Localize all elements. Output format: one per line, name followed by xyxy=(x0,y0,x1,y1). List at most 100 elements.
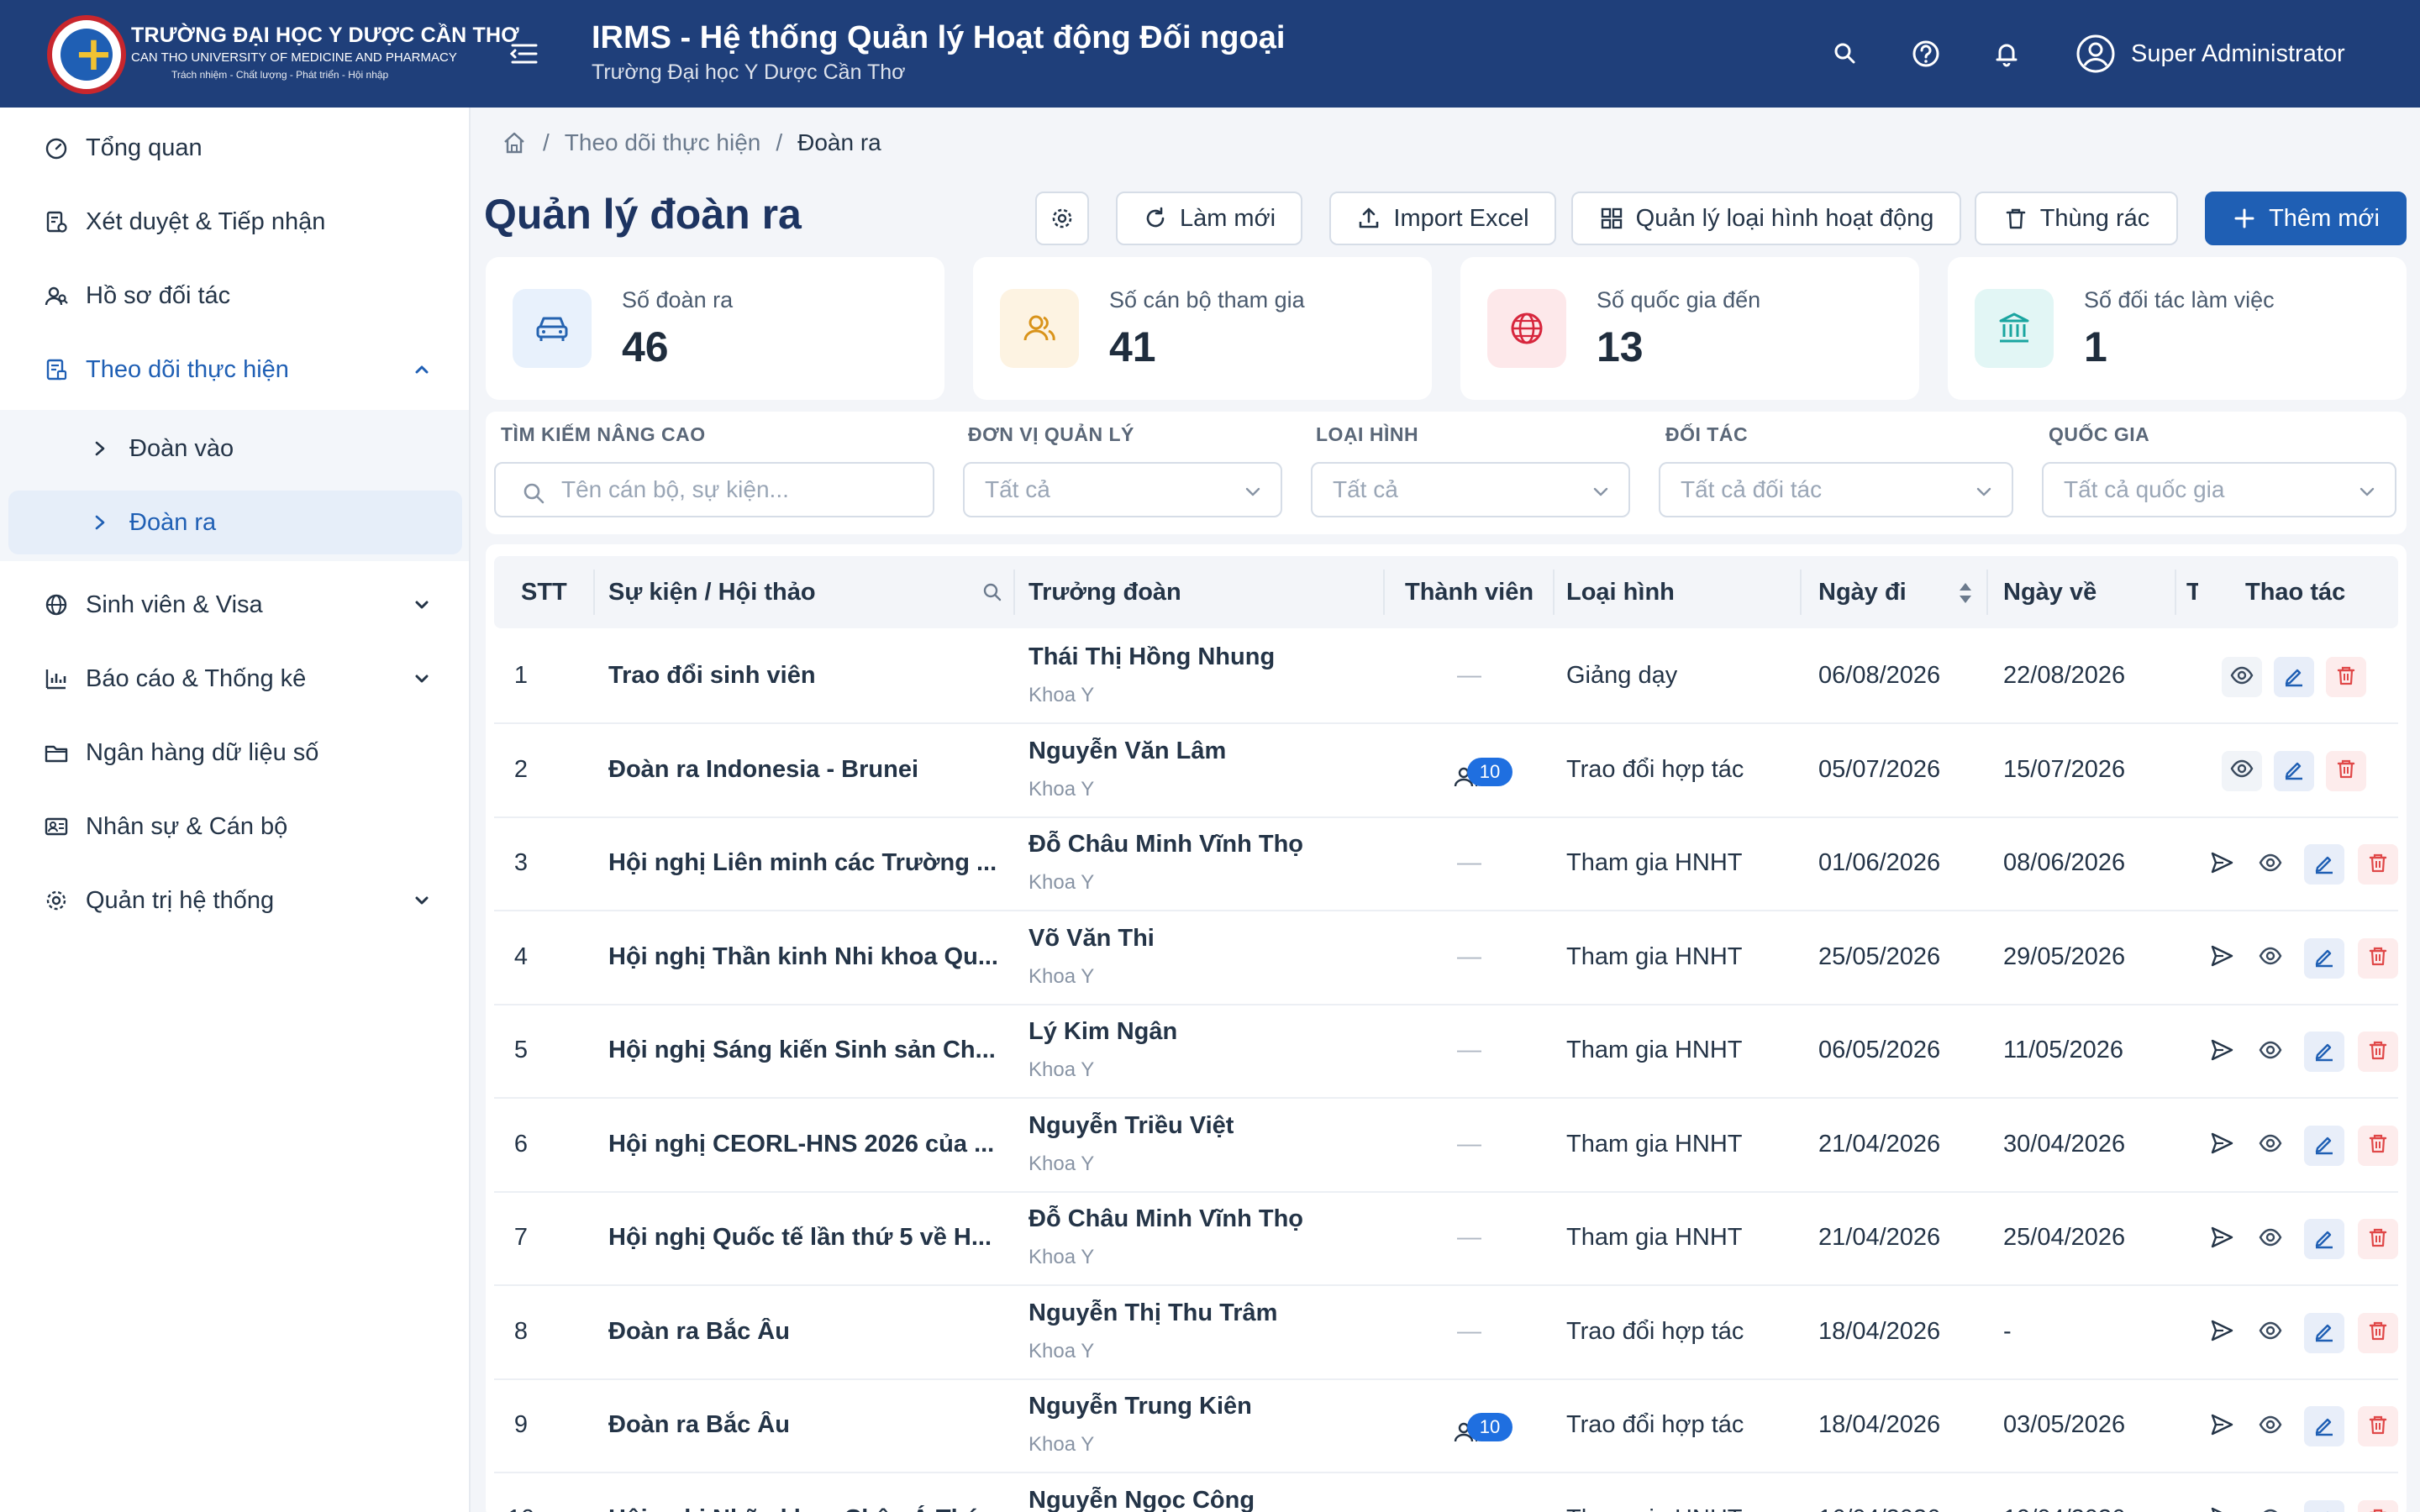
delete-button[interactable] xyxy=(2326,657,2366,697)
cell-event[interactable]: Đoàn ra Bắc Âu xyxy=(608,1411,1002,1439)
delete-button[interactable] xyxy=(2358,937,2398,979)
country-select[interactable]: Tất cả quốc gia xyxy=(2042,462,2396,517)
help-icon[interactable] xyxy=(1909,37,1943,71)
delete-button[interactable] xyxy=(2358,1499,2398,1512)
breadcrumb-link-tracking[interactable]: Theo dõi thực hiện xyxy=(565,129,761,156)
send-button[interactable] xyxy=(2202,1313,2242,1353)
add-new-button[interactable]: Thêm mới xyxy=(2205,192,2407,245)
send-button[interactable] xyxy=(2202,1126,2242,1166)
send-button[interactable] xyxy=(2202,1406,2242,1446)
edit-button[interactable] xyxy=(2274,657,2314,697)
view-button[interactable] xyxy=(2222,750,2262,791)
table-row[interactable]: 7 Hội nghị Quốc tế lần thứ 5 về H... Đỗ Ch… xyxy=(494,1192,2398,1286)
sidebar-item-data-bank[interactable]: Ngân hàng dữ liệu số xyxy=(8,721,462,785)
search-input[interactable]: Tên cán bộ, sự kiện... xyxy=(494,462,934,517)
view-button[interactable] xyxy=(2250,938,2291,979)
trash-button[interactable]: Thùng rác xyxy=(1975,192,2178,245)
view-button[interactable] xyxy=(2250,1406,2291,1446)
cell-event[interactable]: Hội nghị Quốc tế lần thứ 5 về H... xyxy=(608,1224,1002,1252)
home-icon[interactable] xyxy=(501,129,528,156)
edit-button[interactable] xyxy=(2304,1312,2344,1353)
view-button[interactable] xyxy=(2250,844,2291,885)
table-row[interactable]: 3 Hội nghị Liên minh các Trường ... Đỗ Châ… xyxy=(494,817,2398,911)
send-button[interactable] xyxy=(2202,938,2242,979)
filter-label-country: QUỐC GIA xyxy=(2049,423,2150,445)
sort-icon[interactable] xyxy=(1956,580,1975,606)
sidebar-subitem-incoming[interactable]: Đoàn vào xyxy=(8,417,462,480)
sidebar-item-partners[interactable]: Hồ sơ đối tác xyxy=(8,264,462,328)
delete-button[interactable] xyxy=(2358,1032,2398,1072)
unit-select[interactable]: Tất cả xyxy=(963,462,1282,517)
delete-button[interactable] xyxy=(2358,844,2398,885)
table-row[interactable]: 6 Hội nghị CEORL-HNS 2026 của ... Nguyễn T… xyxy=(494,1099,2398,1193)
user-menu[interactable]: Super Administrator xyxy=(2075,34,2345,74)
sidebar-item-tracking[interactable]: Theo dõi thực hiện xyxy=(8,338,462,402)
edit-button[interactable] xyxy=(2304,1406,2344,1446)
cell-event[interactable]: Hội nghị Sáng kiến Sinh sản Ch... xyxy=(608,1037,1002,1064)
edit-button[interactable] xyxy=(2304,1499,2344,1512)
menu-icon[interactable] xyxy=(508,39,541,69)
view-button[interactable] xyxy=(2250,1219,2291,1259)
table-row[interactable]: 5 Hội nghị Sáng kiến Sinh sản Ch... Lý Kim… xyxy=(494,1005,2398,1099)
search-icon[interactable] xyxy=(1828,37,1862,71)
sidebar-item-students-visa[interactable]: Sinh viên & Visa xyxy=(8,573,462,637)
send-button[interactable] xyxy=(2202,1032,2242,1072)
pencil-icon xyxy=(2312,1226,2336,1253)
edit-button[interactable] xyxy=(2304,1125,2344,1166)
sidebar-item-approval[interactable]: Xét duyệt & Tiếp nhận xyxy=(8,190,462,254)
table-row[interactable]: 9 Đoàn ra Bắc Âu Nguyễn Trung Kiên Khoa Y 10… xyxy=(494,1379,2398,1473)
view-button[interactable] xyxy=(2250,1126,2291,1166)
import-excel-button[interactable]: Import Excel xyxy=(1329,192,1556,245)
cell-event[interactable]: Trao đổi sinh viên xyxy=(608,662,1002,690)
sidebar-item-staff[interactable]: Nhân sự & Cán bộ xyxy=(8,795,462,858)
send-button[interactable] xyxy=(2202,1219,2242,1259)
send-button[interactable] xyxy=(2202,1500,2242,1512)
sidebar: Tổng quan Xét duyệt & Tiếp nhận Hồ sơ đố… xyxy=(0,108,471,1512)
column-header-depart[interactable]: Ngày đi xyxy=(1818,556,1907,628)
members-button[interactable]: 10 xyxy=(1452,1413,1512,1460)
table-row[interactable]: 2 Đoàn ra Indonesia - Brunei Nguyễn Văn Lâ… xyxy=(494,724,2398,818)
table-row[interactable]: 4 Hội nghị Thần kinh Nhi khoa Qu... Võ Văn… xyxy=(494,911,2398,1005)
partner-select[interactable]: Tất cả đối tác xyxy=(1659,462,2013,517)
user-name: Super Administrator xyxy=(2131,39,2345,67)
settings-button[interactable] xyxy=(1035,192,1089,245)
edit-button[interactable] xyxy=(2304,1032,2344,1072)
column-header-stt: STT xyxy=(521,578,567,606)
view-button[interactable] xyxy=(2250,1313,2291,1353)
view-button[interactable] xyxy=(2222,657,2262,697)
delete-button[interactable] xyxy=(2358,1219,2398,1259)
view-button[interactable] xyxy=(2250,1500,2291,1512)
edit-button[interactable] xyxy=(2304,1219,2344,1259)
cell-event[interactable]: Hội nghị CEORL-HNS 2026 của ... xyxy=(608,1131,1002,1158)
edit-button[interactable] xyxy=(2274,750,2314,791)
send-button[interactable] xyxy=(2202,844,2242,885)
delete-button[interactable] xyxy=(2326,750,2366,791)
cell-event[interactable]: Đoàn ra Bắc Âu xyxy=(608,1318,1002,1346)
delete-button[interactable] xyxy=(2358,1125,2398,1166)
cell-event[interactable]: Hội nghị Thần kinh Nhi khoa Qu... xyxy=(608,943,1002,971)
edit-button[interactable] xyxy=(2304,844,2344,885)
column-divider xyxy=(1986,570,1988,615)
chevron-down-icon xyxy=(1976,487,1991,496)
members-button[interactable]: 10 xyxy=(1452,757,1512,805)
cell-event[interactable]: Đoàn ra Indonesia - Brunei xyxy=(608,756,1002,784)
table-row[interactable]: 8 Đoàn ra Bắc Âu Nguyễn Thị Thu Trâm Khoa Y… xyxy=(494,1286,2398,1380)
cell-event[interactable]: Hội nghị Liên minh các Trường ... xyxy=(608,849,1002,877)
delete-button[interactable] xyxy=(2358,1312,2398,1353)
table-row[interactable]: 1 Trao đổi sinh viên Thái Thị Hồng Nhung Kh… xyxy=(494,630,2398,724)
sidebar-item-overview[interactable]: Tổng quan xyxy=(8,116,462,180)
sidebar-subitem-outgoing[interactable]: Đoàn ra xyxy=(8,491,462,554)
sidebar-item-reports[interactable]: Báo cáo & Thống kê xyxy=(8,647,462,711)
edit-button[interactable] xyxy=(2304,937,2344,979)
bell-icon[interactable] xyxy=(1990,37,2023,71)
type-select[interactable]: Tất cả xyxy=(1311,462,1630,517)
view-button[interactable] xyxy=(2250,1032,2291,1072)
stat-value: 41 xyxy=(1109,323,1156,370)
table-row[interactable]: 10 Hội nghị Nhãn khoa Châu Á Thá... Nguyễn… xyxy=(494,1473,2398,1512)
manage-activity-types-button[interactable]: Quản lý loại hình hoạt động xyxy=(1571,192,1961,245)
delete-button[interactable] xyxy=(2358,1406,2398,1446)
sidebar-item-admin[interactable]: Quản trị hệ thống xyxy=(8,869,462,932)
refresh-button[interactable]: Làm mới xyxy=(1116,192,1302,245)
cell-event[interactable]: Hội nghị Nhãn khoa Châu Á Thá... xyxy=(608,1505,1002,1512)
column-search-icon[interactable] xyxy=(981,581,1003,603)
